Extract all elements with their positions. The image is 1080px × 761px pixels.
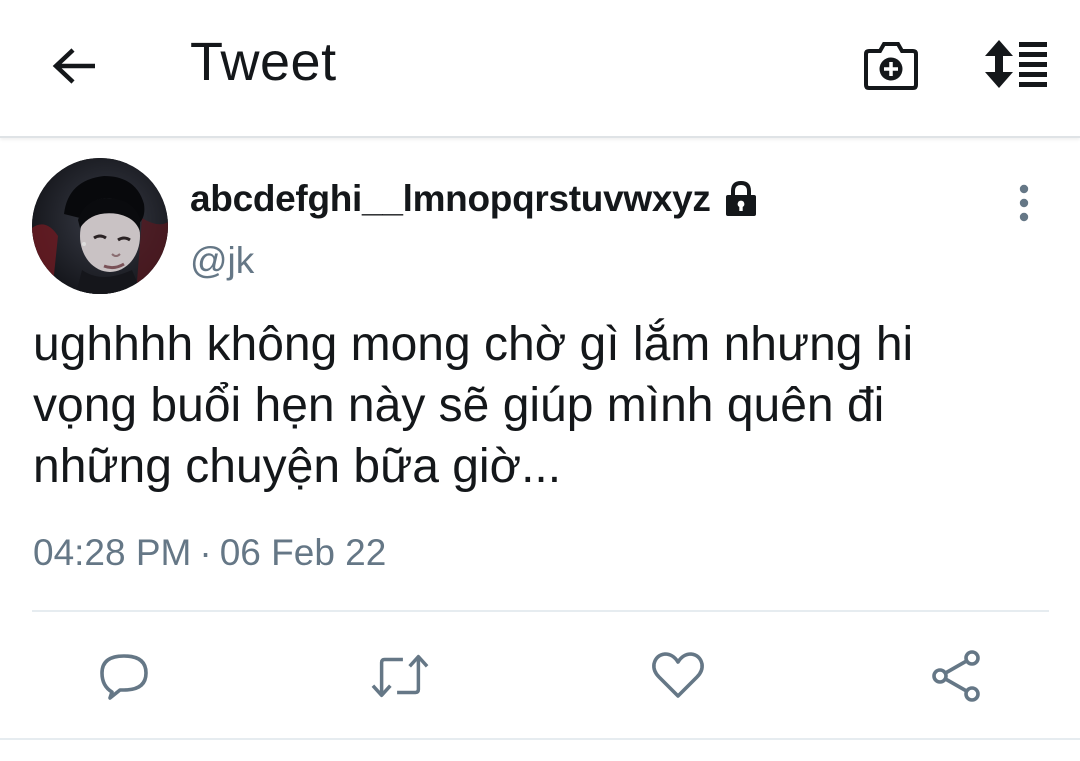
app-header: Tweet — [0, 0, 1080, 138]
camera-button[interactable] — [856, 34, 926, 96]
tweet-detail-screen: Tweet abcdefghi__lmnopqrstuvwxyz @jk ugh… — [0, 0, 1080, 761]
avatar[interactable] — [32, 158, 168, 294]
display-name[interactable]: abcdefghi__lmnopqrstuvwxyz — [190, 178, 711, 220]
tweet-actions — [0, 612, 1080, 738]
more-vertical-icon — [1019, 184, 1029, 222]
tweet-text: ughhhh không mong chờ gì lắm nhưng hi vọ… — [33, 318, 914, 493]
share-button[interactable] — [926, 646, 986, 706]
reply-icon — [100, 654, 148, 700]
like-button[interactable] — [648, 646, 708, 706]
avatar-photo — [32, 158, 168, 294]
sort-button[interactable] — [978, 34, 1054, 94]
retweet-icon — [371, 654, 429, 698]
tweet-time: 04:28 PM — [33, 532, 192, 573]
reply-button[interactable] — [94, 646, 154, 706]
share-icon — [932, 650, 980, 702]
back-button[interactable] — [44, 36, 104, 96]
author-name-row: abcdefghi__lmnopqrstuvwxyz — [190, 174, 761, 224]
tweet-timestamp: 04:28 PM · 06 Feb 22 — [33, 532, 386, 574]
retweet-button[interactable] — [370, 646, 430, 706]
sort-list-icon — [985, 40, 1047, 88]
bottom-divider — [0, 738, 1080, 740]
lock-icon — [721, 179, 761, 219]
camera-plus-icon — [864, 42, 918, 90]
user-handle[interactable]: @jk — [190, 240, 254, 282]
arrow-left-icon — [52, 48, 95, 84]
page-title: Tweet — [190, 32, 337, 92]
tweet-date: 06 Feb 22 — [219, 532, 387, 573]
meta-separator: · — [199, 532, 212, 573]
heart-icon — [652, 652, 704, 698]
more-options-button[interactable] — [1004, 180, 1044, 226]
